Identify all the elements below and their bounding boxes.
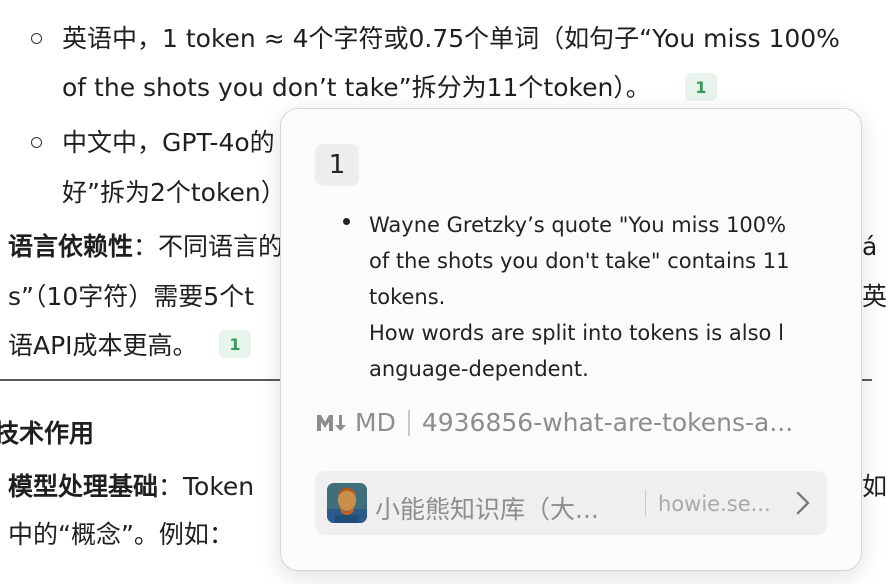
kb-url: howie.se...: [658, 492, 771, 516]
section-heading: 技术作用: [0, 419, 95, 448]
paragraph-line: s”（10字符）需要5个t: [8, 282, 254, 311]
paragraph-line: 中的“概念”。例如：: [8, 520, 234, 549]
source-file-name[interactable]: 4936856-what-are-tokens-a...: [422, 408, 793, 437]
source-file-row[interactable]: MD 4936856-what-are-tokens-a...: [315, 408, 793, 437]
bullet-circle: [31, 137, 42, 148]
kb-name: 小能熊知识库（大...: [375, 495, 599, 524]
kb-avatar: [327, 483, 367, 523]
citation-badge[interactable]: 1: [219, 330, 251, 358]
paragraph-text: ：不同语言的: [133, 232, 284, 261]
markdown-icon: [317, 414, 346, 431]
chevron-right-icon[interactable]: [793, 489, 813, 517]
knowledge-base-link[interactable]: 小能熊知识库（大... howie.se...: [315, 471, 827, 535]
citation-badge[interactable]: 1: [685, 73, 717, 101]
term-model-basis: 模型处理基础: [8, 472, 159, 501]
bullet-line: 好”拆为2个token）: [62, 178, 286, 207]
divider: [407, 409, 410, 436]
term-language-dependency: 语言依赖性: [8, 232, 134, 261]
paragraph-line: 语API成本更高。: [8, 331, 198, 360]
citation-snippet: Wayne Gretzky’s quote "You miss 100% of …: [369, 213, 790, 381]
paragraph-line: 语言依赖性：不同语言的: [8, 234, 283, 259]
list-bullet: [343, 218, 350, 225]
citation-number: 1: [315, 144, 359, 186]
paragraph-fragment: 如: [862, 472, 888, 501]
divider: [645, 490, 646, 516]
bullet-line: 中文中，GPT-4o的: [62, 128, 275, 157]
bullet-line: 英语中，1 token ≈ 4个字符或0.75个单词（如句子“You miss …: [62, 24, 840, 53]
paragraph-fragment: 英: [862, 282, 888, 311]
bullet-line: of the shots you don’t take”拆分为11个token）…: [62, 73, 651, 102]
paragraph-line: 模型处理基础：Token: [8, 474, 254, 499]
paragraph-fragment: á: [862, 232, 878, 261]
paragraph-text: ：Token: [158, 472, 255, 501]
citation-popover: 1 Wayne Gretzky’s quote "You miss 100% o…: [280, 108, 862, 571]
file-format-label: MD: [355, 408, 396, 437]
bullet-circle: [31, 33, 42, 44]
